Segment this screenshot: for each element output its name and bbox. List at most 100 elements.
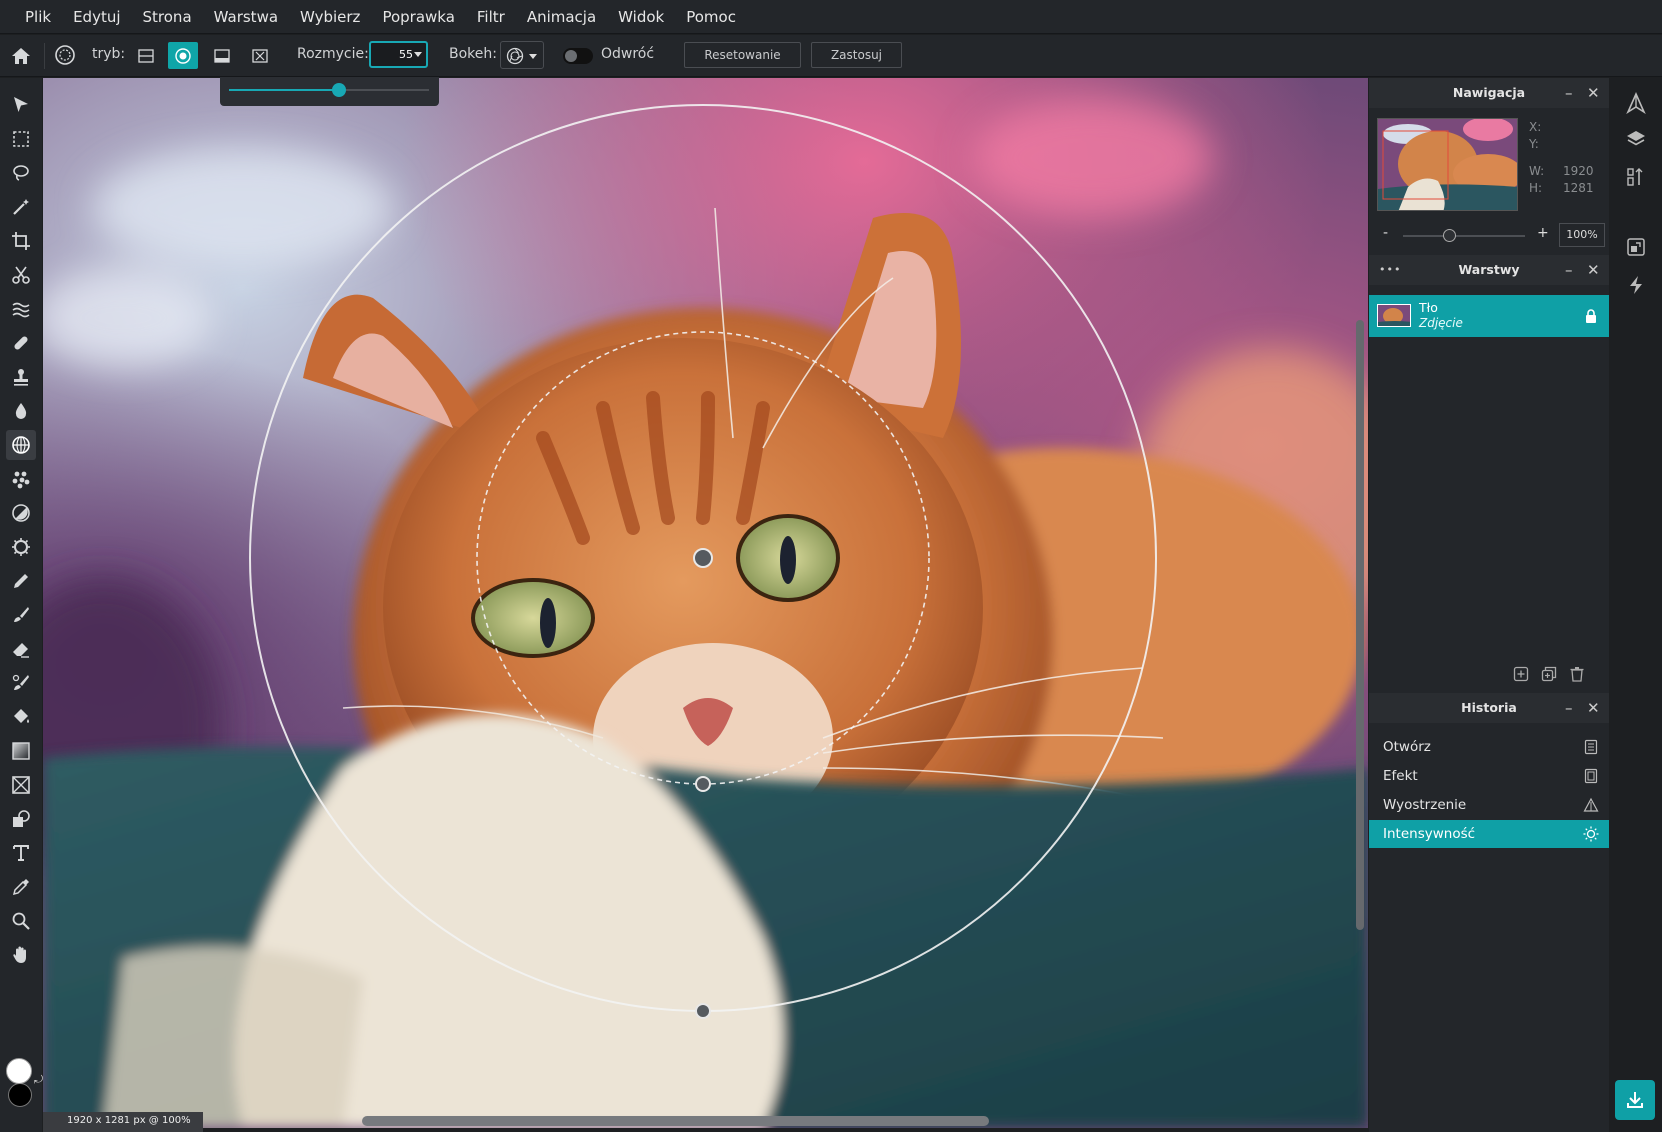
horizontal-scrollbar[interactable]: [362, 1116, 989, 1126]
text-icon[interactable]: [6, 838, 36, 868]
menu-view[interactable]: Widok: [607, 0, 675, 34]
invert-toggle[interactable]: [563, 48, 593, 64]
zoom-track: [1403, 235, 1525, 237]
move-icon[interactable]: [6, 90, 36, 120]
minimize-icon[interactable]: –: [1565, 255, 1573, 285]
foreground-color-swatch[interactable]: [6, 1058, 32, 1084]
mode-tilt-button[interactable]: [207, 42, 237, 69]
add-layer-icon[interactable]: [1513, 666, 1529, 682]
download-icon: [1627, 1092, 1643, 1108]
sponge-icon[interactable]: [6, 532, 36, 562]
resize-icon[interactable]: [1625, 236, 1647, 258]
liquify-icon[interactable]: [6, 294, 36, 324]
history-item[interactable]: Otwórz: [1369, 733, 1609, 761]
navigation-thumbnail[interactable]: [1377, 118, 1518, 211]
aperture-icon: [506, 47, 524, 65]
shape-icon[interactable]: [6, 804, 36, 834]
layers-menu-icon[interactable]: •••: [1379, 255, 1401, 285]
download-button[interactable]: [1615, 1080, 1655, 1120]
stamp-icon[interactable]: [6, 362, 36, 392]
zoom-icon[interactable]: [6, 906, 36, 936]
blur-input[interactable]: 55: [369, 41, 428, 68]
focus-blur-icon[interactable]: [6, 430, 36, 460]
pencil-icon[interactable]: [6, 566, 36, 596]
navigation-panel-header: Nawigacja – ✕: [1369, 78, 1609, 108]
vertical-scrollbar[interactable]: [1356, 320, 1364, 930]
zoom-value[interactable]: 100%: [1559, 223, 1605, 247]
image-canvas[interactable]: [43, 78, 1368, 1128]
invert-label: Odwróć: [601, 46, 655, 62]
menu-page[interactable]: Strona: [132, 0, 203, 34]
magic-wand-icon[interactable]: [6, 192, 36, 222]
menu-filter[interactable]: Filtr: [466, 0, 516, 34]
close-icon[interactable]: ✕: [1587, 693, 1600, 723]
focus-blur-tool-icon[interactable]: [52, 42, 78, 68]
menu-adjust[interactable]: Poprawka: [371, 0, 465, 34]
menu-edit[interactable]: Edytuj: [62, 0, 131, 34]
cat-photo: [43, 78, 1368, 1128]
zoom-slider-thumb[interactable]: [1443, 229, 1456, 242]
slider-thumb[interactable]: [332, 83, 346, 97]
mode-linear-button[interactable]: [131, 42, 161, 69]
toggle-knob: [565, 50, 577, 62]
swap-colors-icon[interactable]: ⤾: [34, 1073, 43, 1087]
apply-button[interactable]: Zastosuj: [811, 42, 902, 68]
zoom-in-button[interactable]: +: [1537, 225, 1549, 241]
trash-icon[interactable]: [1569, 666, 1585, 682]
tools-panel: ⤾: [0, 78, 43, 1132]
frame-icon[interactable]: [6, 770, 36, 800]
x-label: X:: [1529, 120, 1542, 134]
cut-icon[interactable]: [6, 260, 36, 290]
document-icon: [1584, 768, 1598, 784]
eyedropper-icon[interactable]: [6, 872, 36, 902]
close-icon[interactable]: ✕: [1587, 78, 1600, 108]
background-color-swatch[interactable]: [8, 1083, 32, 1107]
duplicate-layer-icon[interactable]: [1541, 666, 1557, 682]
close-icon[interactable]: ✕: [1587, 255, 1600, 285]
layer-item[interactable]: Tło Zdjęcie: [1369, 295, 1609, 337]
mode-none-button[interactable]: [245, 42, 275, 69]
home-icon[interactable]: [8, 43, 34, 69]
clone-dots-icon[interactable]: [6, 464, 36, 494]
history-item[interactable]: Wyostrzenie: [1369, 791, 1609, 819]
fill-bucket-icon[interactable]: [6, 702, 36, 732]
minimize-icon[interactable]: –: [1565, 78, 1573, 108]
quick-action-icon[interactable]: [1625, 274, 1647, 296]
lasso-icon[interactable]: [6, 158, 36, 188]
minimize-icon[interactable]: –: [1565, 693, 1573, 723]
lock-icon[interactable]: [1585, 308, 1597, 327]
gradient-icon[interactable]: [6, 736, 36, 766]
color-replace-icon[interactable]: [6, 668, 36, 698]
menu-animation[interactable]: Animacja: [516, 0, 607, 34]
menu-select[interactable]: Wybierz: [289, 0, 371, 34]
reset-button[interactable]: Resetowanie: [684, 42, 801, 68]
layers-panel-header: ••• Warstwy – ✕: [1369, 255, 1609, 285]
history-panel-header: Historia – ✕: [1369, 693, 1609, 723]
brush-icon[interactable]: [6, 600, 36, 630]
marquee-icon[interactable]: [6, 124, 36, 154]
zoom-out-button[interactable]: -: [1383, 225, 1388, 241]
menu-layer[interactable]: Warstwa: [203, 0, 289, 34]
bokeh-select[interactable]: [500, 41, 544, 69]
hand-icon[interactable]: [6, 940, 36, 970]
navigator-icon[interactable]: [1625, 92, 1647, 114]
chevron-down-icon[interactable]: [414, 52, 422, 57]
history-item-active[interactable]: Intensywność: [1369, 820, 1609, 848]
crop-icon[interactable]: [6, 226, 36, 256]
menu-help[interactable]: Pomoc: [675, 0, 747, 34]
healing-icon[interactable]: [6, 328, 36, 358]
bokeh-label: Bokeh:: [449, 46, 497, 62]
menu-file[interactable]: Plik: [14, 0, 62, 34]
adjustments-icon[interactable]: [1625, 166, 1647, 188]
triangle-icon: [1583, 797, 1599, 812]
dodge-icon[interactable]: [6, 498, 36, 528]
mode-radial-button[interactable]: [168, 42, 198, 69]
sun-icon: [1583, 826, 1599, 842]
eraser-icon[interactable]: [6, 634, 36, 664]
blur-label: Rozmycie:: [297, 46, 369, 62]
layers-icon[interactable]: [1625, 128, 1647, 150]
history-item[interactable]: Efekt: [1369, 762, 1609, 790]
panel-toggle-strip: [1610, 78, 1662, 1132]
layer-actions: [1369, 660, 1609, 688]
blur-drop-icon[interactable]: [6, 396, 36, 426]
